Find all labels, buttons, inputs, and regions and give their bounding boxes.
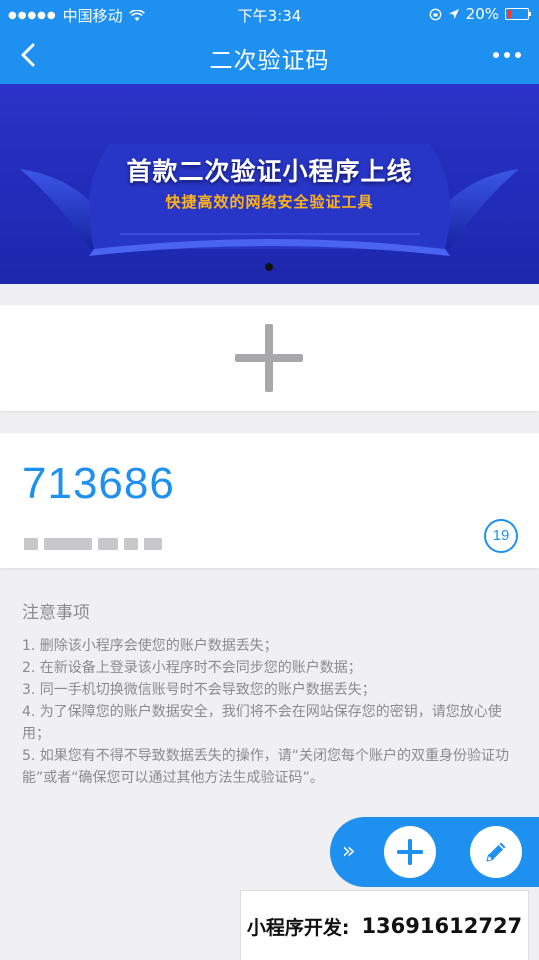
- banner-subtitle: 快捷高效的网络安全验证工具: [165, 193, 374, 211]
- nav-bar: 二次验证码: [0, 28, 539, 84]
- edit-button[interactable]: [470, 826, 522, 878]
- battery-icon: [505, 8, 531, 20]
- contact-label: 小程序开发:: [246, 916, 350, 939]
- banner-page-indicator: [265, 263, 273, 271]
- account-name-blurred: [24, 536, 179, 552]
- more-menu-icon[interactable]: [493, 52, 521, 58]
- note-item: 4. 为了保障您的账户数据安全，我们将不会在网站保存您的密钥，请您放心使用；: [22, 704, 502, 742]
- notes-heading: 注意事项: [22, 603, 90, 623]
- status-bar: ●●●●● 中国移动 下午3:34 20%: [0, 0, 539, 28]
- notes-section: 注意事项 1. 删除该小程序会使您的账户数据丢失； 2. 在新设备上登录该小程序…: [22, 598, 522, 789]
- note-item: 3. 同一手机切换微信账号时不会导致您的账户数据丢失；: [22, 682, 376, 698]
- verification-code-card[interactable]: 713686 19: [0, 433, 539, 568]
- note-item: 1. 删除该小程序会使您的账户数据丢失；: [22, 638, 278, 654]
- location-icon: [448, 9, 459, 19]
- contact-phone: 13691612727: [361, 914, 523, 938]
- banner-headline: 首款二次验证小程序上线: [126, 157, 413, 186]
- floating-action-bar: »: [330, 817, 539, 887]
- note-item: 2. 在新设备上登录该小程序时不会同步您的账户数据；: [22, 660, 362, 676]
- promo-banner[interactable]: 首款二次验证小程序上线 快捷高效的网络安全验证工具: [0, 84, 539, 284]
- collapse-chevron-icon[interactable]: »: [342, 839, 355, 864]
- add-button[interactable]: [384, 826, 436, 878]
- screen: ●●●●● 中国移动 下午3:34 20% 二次验证码 首款二次验证小程序上线 …: [0, 0, 539, 960]
- verification-code[interactable]: 713686: [22, 459, 175, 509]
- page-title: 二次验证码: [209, 48, 330, 74]
- lock-rotation-icon: [429, 8, 442, 20]
- plus-icon: [397, 839, 423, 865]
- add-icon[interactable]: [233, 322, 305, 394]
- contact-watermark: 小程序开发: 13691612727: [240, 890, 529, 960]
- battery-percent: 20%: [465, 5, 499, 23]
- note-item: 5. 如果您有不得不导致数据丢失的操作，请“关闭您每个账户的双重身份验证功能”或…: [22, 748, 510, 786]
- pencil-icon: [486, 842, 506, 862]
- countdown-timer: 19: [484, 519, 518, 553]
